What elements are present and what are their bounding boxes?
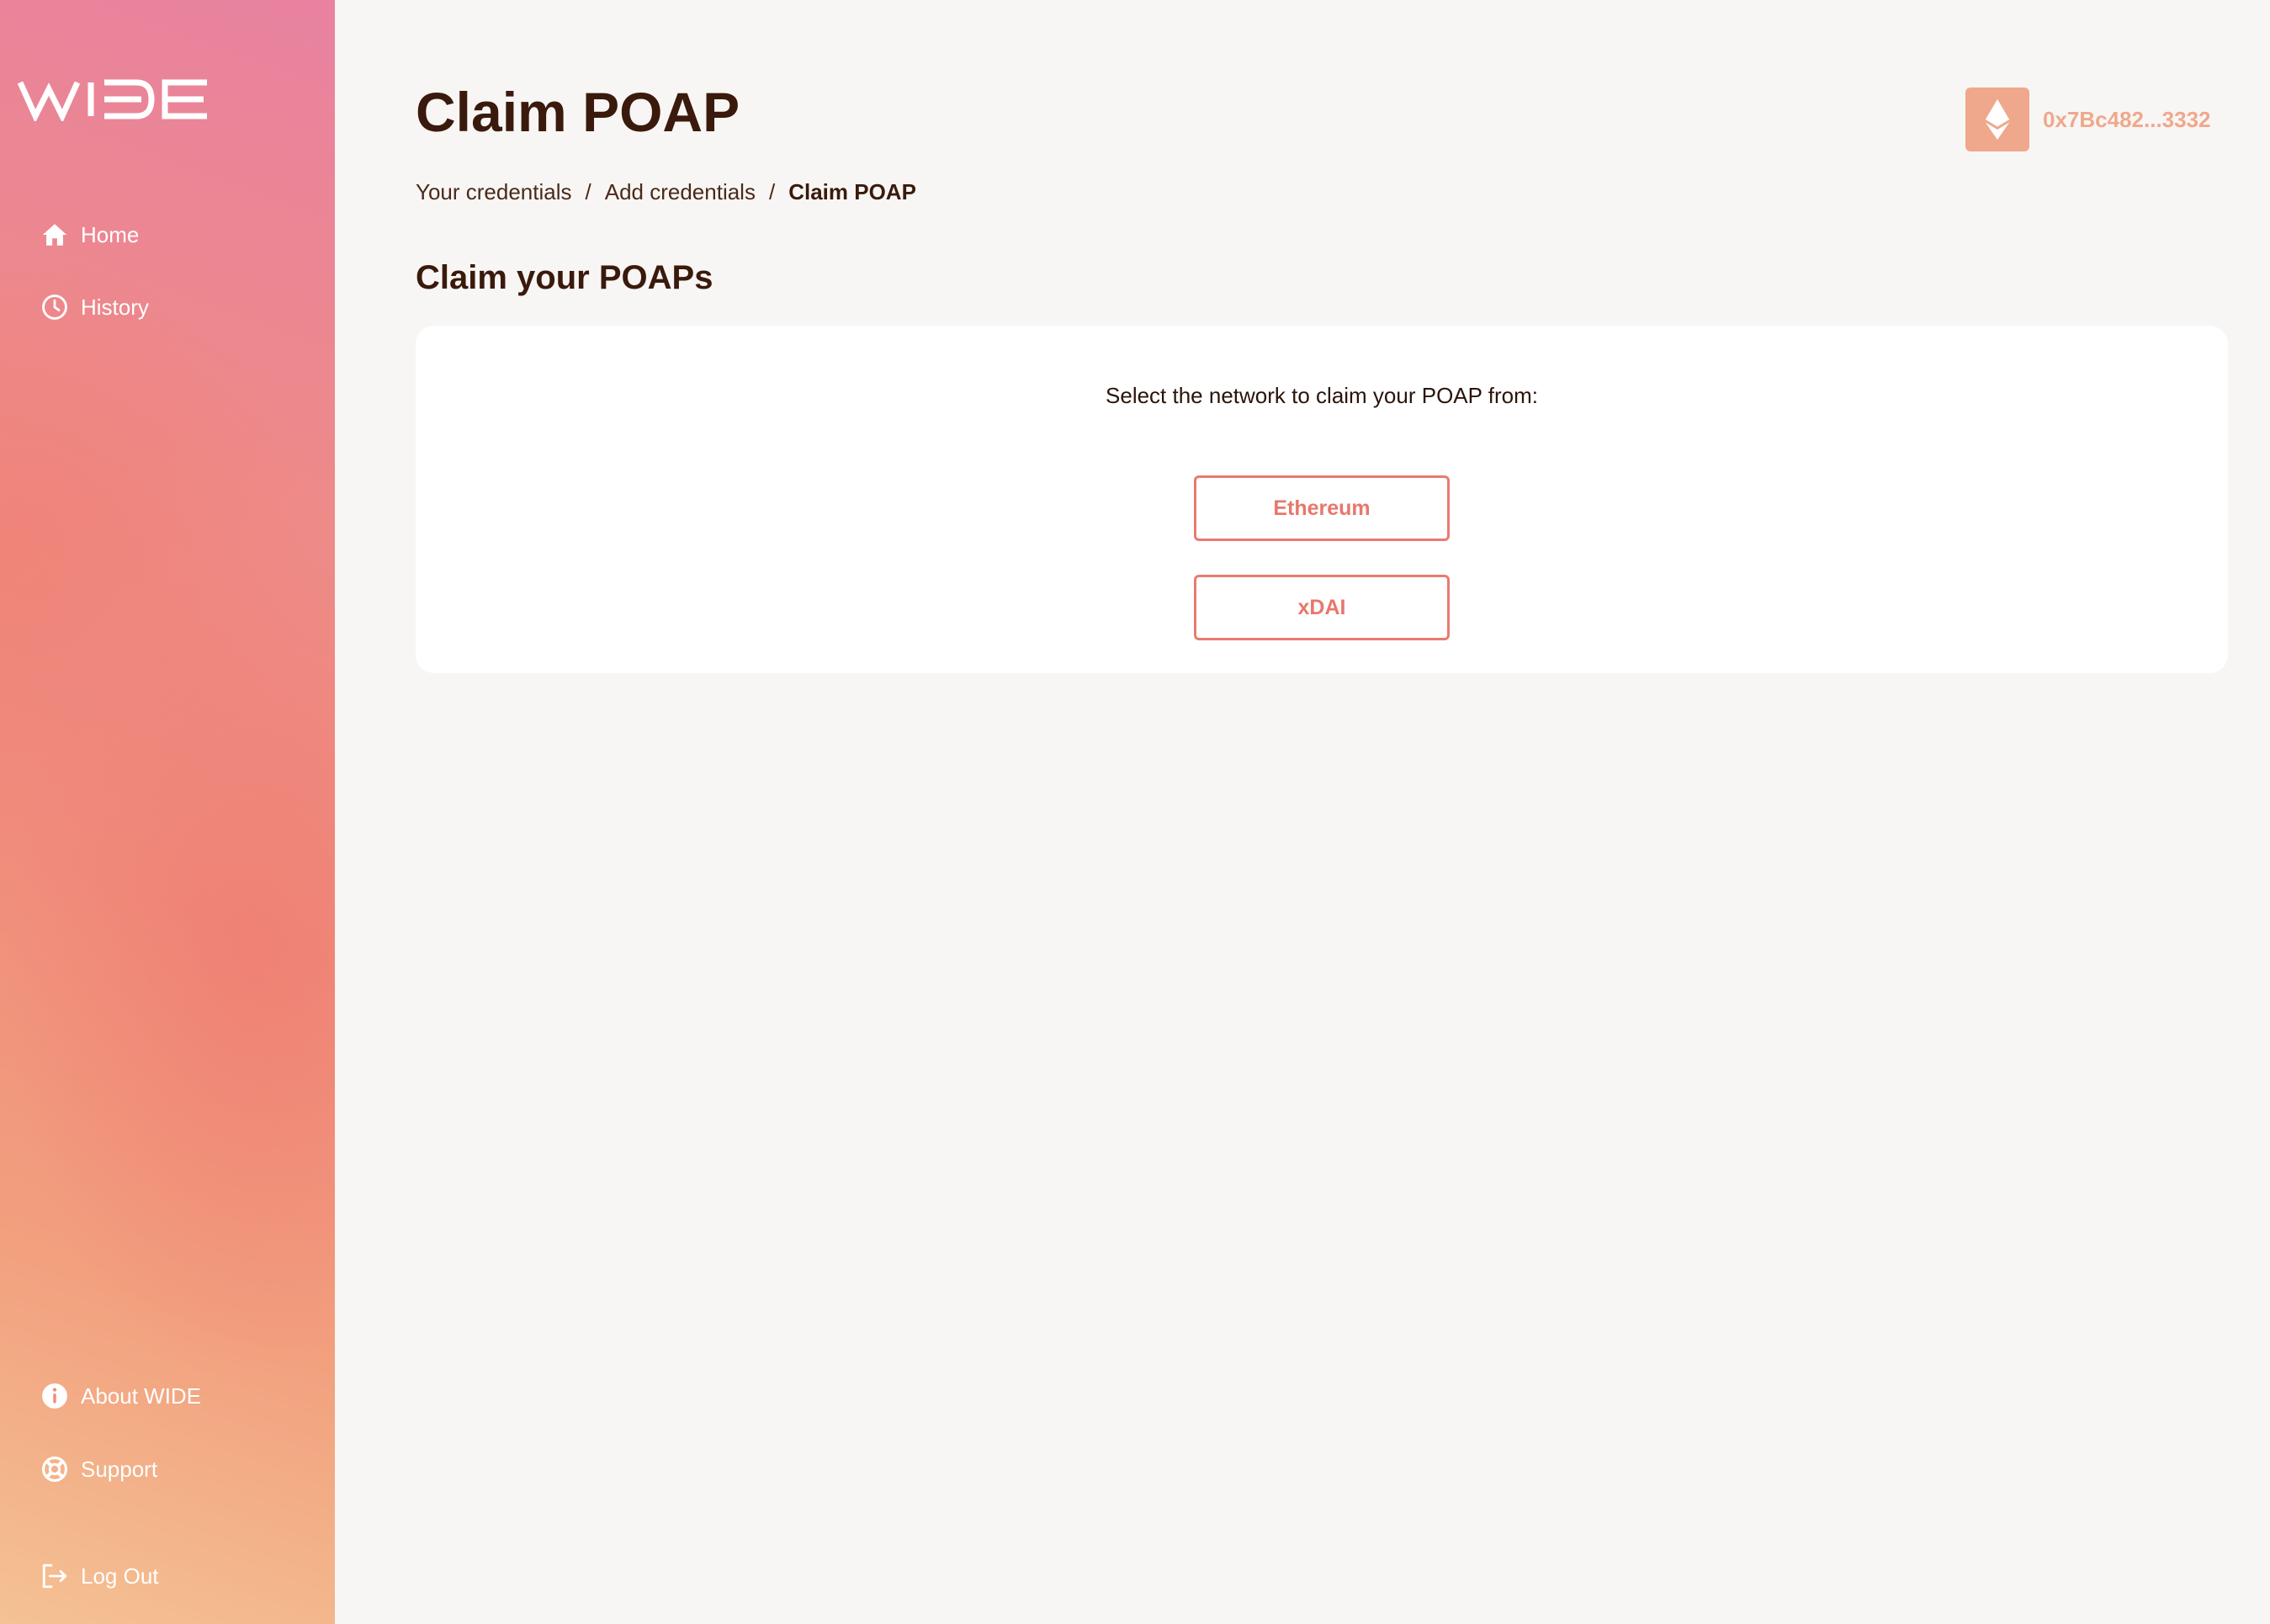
- lifebuoy-icon: [41, 1456, 68, 1483]
- info-icon: [42, 1383, 67, 1409]
- sidebar-item-about[interactable]: About WIDE: [40, 1382, 201, 1410]
- network-select-card: Select the network to claim your POAP fr…: [416, 326, 2228, 673]
- breadcrumb-separator: /: [585, 179, 591, 204]
- ethereum-button[interactable]: Ethereum: [1194, 475, 1450, 541]
- home-icon: [42, 224, 67, 246]
- wallet-address[interactable]: 0x7Bc482...3332: [2043, 107, 2211, 133]
- section-title: Claim your POAPs: [416, 259, 713, 296]
- xdai-button[interactable]: xDAI: [1194, 575, 1450, 640]
- breadcrumb-separator: /: [768, 179, 776, 204]
- breadcrumb-claim-poap: Claim POAP: [788, 179, 916, 204]
- sidebar-item-logout[interactable]: Log Out: [40, 1562, 159, 1590]
- sidebar-item-support[interactable]: Support: [40, 1455, 157, 1483]
- clock-icon: [42, 295, 67, 320]
- sidebar-item-label: History: [81, 294, 149, 320]
- sidebar-item-label: Home: [81, 221, 140, 247]
- breadcrumb: Your credentials / Add credentials / Cla…: [416, 179, 916, 205]
- wide-logo[interactable]: [17, 77, 210, 124]
- breadcrumb-your-credentials[interactable]: Your credentials: [416, 179, 572, 205]
- wallet-avatar: [1965, 88, 2029, 151]
- sidebar-item-home[interactable]: Home: [40, 220, 139, 249]
- breadcrumb-add-credentials[interactable]: Add credentials: [605, 179, 756, 205]
- page-title: Claim POAP: [416, 81, 740, 143]
- network-prompt: Select the network to claim your POAP fr…: [1106, 383, 1538, 408]
- sidebar-item-label: Support: [81, 1456, 158, 1482]
- wallet-badge[interactable]: 0x7Bc482...3332: [1965, 88, 2211, 151]
- wide-logo-icon: [17, 79, 207, 124]
- logout-icon: [42, 1563, 67, 1589]
- ethereum-icon: [1985, 98, 2010, 141]
- sidebar-item-label: Log Out: [81, 1563, 159, 1589]
- sidebar: Home History About WIDE Support Log Out: [0, 0, 335, 1624]
- sidebar-item-label: About WIDE: [81, 1383, 202, 1409]
- sidebar-item-history[interactable]: History: [40, 293, 149, 321]
